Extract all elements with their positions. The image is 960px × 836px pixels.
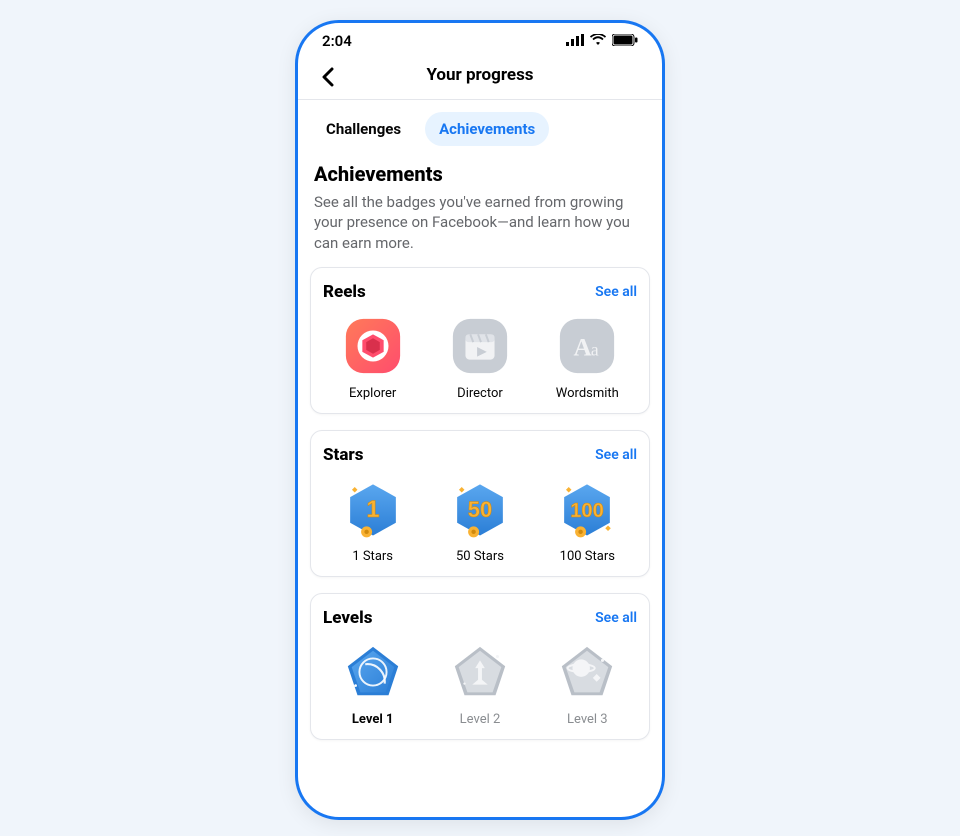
reels-card: Reels See all Explorer	[310, 267, 650, 414]
battery-icon	[612, 32, 638, 50]
star-1-label: 1 Stars	[352, 549, 393, 564]
chevron-left-icon	[321, 67, 335, 87]
star-1-icon: 1	[341, 477, 405, 541]
director-icon	[448, 314, 512, 378]
back-button[interactable]	[314, 63, 342, 91]
reels-card-head: Reels See all	[323, 282, 637, 302]
star-100-label: 100 Stars	[560, 549, 615, 564]
svg-text:a: a	[591, 339, 599, 359]
level-3-icon	[555, 640, 619, 704]
wordsmith-label: Wordsmith	[556, 386, 619, 401]
wordsmith-icon: A a	[555, 314, 619, 378]
level-2-icon	[448, 640, 512, 704]
tab-challenges[interactable]: Challenges	[312, 112, 415, 146]
achievements-title: Achievements	[314, 162, 646, 186]
level-1-label: Level 1	[352, 712, 394, 727]
status-time: 2:04	[322, 32, 352, 50]
page-title: Your progress	[298, 65, 662, 85]
tab-achievements[interactable]: Achievements	[425, 112, 549, 146]
stars-card: Stars See all 1 1 Stars	[310, 430, 650, 577]
director-label: Director	[457, 386, 503, 401]
badge-level-2[interactable]: Level 2	[430, 640, 529, 727]
reels-see-all[interactable]: See all	[595, 284, 637, 300]
badge-explorer[interactable]: Explorer	[323, 314, 422, 401]
tabs: Challenges Achievements	[298, 100, 662, 158]
badge-level-1[interactable]: Level 1	[323, 640, 422, 727]
screen-content: 2:04 Your progress Challenges Achievemen…	[298, 23, 662, 817]
reels-badges: Explorer Director	[323, 314, 637, 401]
cellular-icon	[566, 32, 584, 50]
badge-100-stars[interactable]: 100 100 Stars	[538, 477, 637, 564]
achievements-subtitle: See all the badges you've earned from gr…	[314, 192, 646, 253]
star-50-value: 50	[468, 497, 492, 522]
levels-title: Levels	[323, 608, 372, 628]
status-bar: 2:04	[298, 23, 662, 53]
status-indicators	[566, 32, 638, 50]
explorer-icon	[341, 314, 405, 378]
badge-1-stars[interactable]: 1 1 Stars	[323, 477, 422, 564]
badge-director[interactable]: Director	[430, 314, 529, 401]
level-2-label: Level 2	[460, 712, 501, 727]
stars-title: Stars	[323, 445, 363, 465]
star-100-value: 100	[571, 500, 605, 522]
badge-wordsmith[interactable]: A a Wordsmith	[538, 314, 637, 401]
svg-text:A: A	[574, 334, 592, 361]
level-1-icon	[341, 640, 405, 704]
badge-level-3[interactable]: Level 3	[538, 640, 637, 727]
reels-title: Reels	[323, 282, 366, 302]
star-100-icon: 100	[555, 477, 619, 541]
levels-see-all[interactable]: See all	[595, 610, 637, 626]
stars-see-all[interactable]: See all	[595, 447, 637, 463]
stars-badges: 1 1 Stars 50 50 Star	[323, 477, 637, 564]
levels-card-head: Levels See all	[323, 608, 637, 628]
phone-frame: 2:04 Your progress Challenges Achievemen…	[295, 20, 665, 820]
star-50-icon: 50	[448, 477, 512, 541]
star-50-label: 50 Stars	[456, 549, 504, 564]
wifi-icon	[590, 32, 606, 50]
levels-card: Levels See all Level 1	[310, 593, 650, 740]
badge-50-stars[interactable]: 50 50 Stars	[430, 477, 529, 564]
stars-card-head: Stars See all	[323, 445, 637, 465]
levels-badges: Level 1 Level 2	[323, 640, 637, 727]
level-3-label: Level 3	[567, 712, 608, 727]
explorer-label: Explorer	[349, 386, 396, 401]
page-header: Your progress	[298, 53, 662, 100]
achievements-intro: Achievements See all the badges you've e…	[298, 158, 662, 267]
star-1-value: 1	[366, 496, 379, 523]
